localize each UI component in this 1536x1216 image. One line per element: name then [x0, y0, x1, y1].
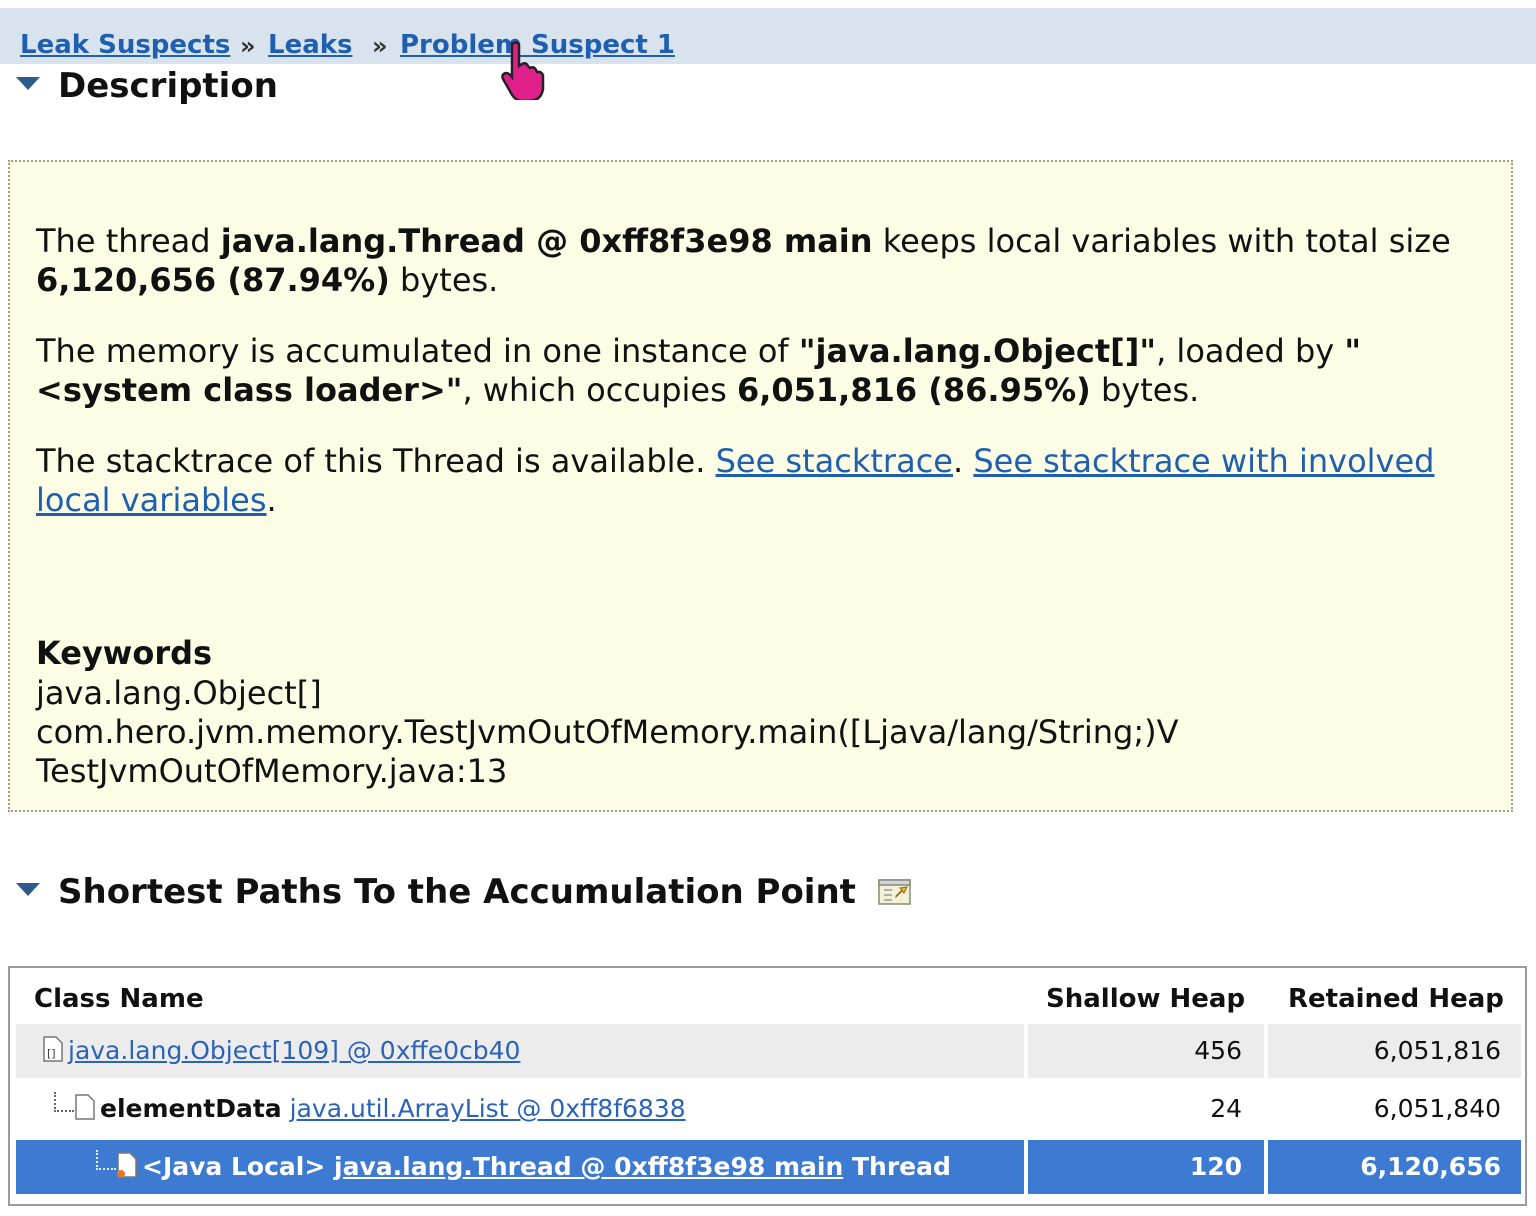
paths-title: Shortest Paths To the Accumulation Point	[58, 872, 856, 912]
table-row[interactable]: [] java.lang.Object[109] @ 0xffe0cb40 45…	[16, 1024, 1521, 1078]
collapse-triangle-icon[interactable]	[16, 77, 40, 90]
class-name-cell: [] java.lang.Object[109] @ 0xffe0cb40	[16, 1024, 1024, 1078]
description-paragraph-thread: The thread java.lang.Thread @ 0xff8f3e98…	[36, 222, 1476, 300]
object-link[interactable]: java.lang.Thread @ 0xff8f3e98 main	[334, 1152, 843, 1181]
column-header-shallow-heap[interactable]: Shallow Heap	[1046, 984, 1245, 1014]
table-row[interactable]: elementData java.util.ArrayList @ 0xff8f…	[16, 1082, 1521, 1136]
breadcrumb-leak-suspects[interactable]: Leak Suspects	[20, 30, 230, 60]
keywords-title: Keywords	[36, 634, 213, 672]
occupied-size: 6,051,816 (86.95%)	[736, 371, 1091, 409]
retained-heap-cell: 6,120,656	[1268, 1140, 1521, 1194]
breadcrumb-leaks[interactable]: Leaks	[268, 30, 353, 60]
object-link[interactable]: java.lang.Object[109] @ 0xffe0cb40	[68, 1036, 520, 1065]
shallow-heap-cell: 456	[1028, 1024, 1264, 1078]
retained-heap-cell: 6,051,840	[1373, 1094, 1501, 1123]
text: .	[952, 442, 974, 480]
object-icon	[75, 1094, 95, 1120]
class-name-cell: elementData java.util.ArrayList @ 0xff8f…	[16, 1082, 1024, 1136]
text: , which occupies	[462, 371, 737, 409]
description-heading[interactable]: Description	[16, 66, 278, 106]
collapse-triangle-icon[interactable]	[16, 883, 40, 896]
keyword-item: java.lang.Object[]	[36, 674, 322, 712]
class-name-cell: <Java Local> java.lang.Thread @ 0xff8f3e…	[16, 1140, 1024, 1194]
thread-name: java.lang.Thread @ 0xff8f3e98 main	[220, 222, 873, 260]
see-stacktrace-link[interactable]: See stacktrace	[716, 442, 953, 480]
paths-table: Class Name Shallow Heap Retained Heap []…	[8, 966, 1527, 1206]
breadcrumb: Leak Suspects » Leaks » Problem Suspect …	[0, 8, 1536, 64]
local-label: <Java Local>	[142, 1152, 326, 1181]
breadcrumb-separator: »	[240, 32, 256, 60]
column-header-class-name[interactable]: Class Name	[34, 984, 204, 1014]
description-title: Description	[58, 66, 278, 106]
paths-heading[interactable]: Shortest Paths To the Accumulation Point	[16, 872, 912, 912]
array-icon: []	[43, 1036, 63, 1062]
text: The stacktrace of this Thread is availab…	[36, 442, 716, 480]
hand-cursor-icon	[501, 41, 545, 100]
shallow-heap-cell: 24	[1210, 1094, 1242, 1123]
shallow-heap-cell: 120	[1028, 1140, 1264, 1194]
table-row-selected[interactable]: <Java Local> java.lang.Thread @ 0xff8f3e…	[16, 1140, 1521, 1194]
breadcrumb-separator: »	[372, 32, 388, 60]
class-name: "java.lang.Object[]"	[798, 332, 1157, 370]
text: .	[266, 481, 277, 519]
total-size: 6,120,656 (87.94%)	[36, 261, 390, 299]
column-header-retained-heap[interactable]: Retained Heap	[1288, 984, 1504, 1014]
text: bytes.	[389, 261, 499, 299]
text: The memory is accumulated in one instanc…	[36, 332, 799, 370]
svg-text:[]: []	[47, 1047, 56, 1060]
type-suffix: Thread	[851, 1152, 951, 1181]
text: , loaded by	[1156, 332, 1345, 370]
description-paragraph-stacktrace: The stacktrace of this Thread is availab…	[36, 442, 1476, 520]
text: bytes.	[1090, 371, 1200, 409]
object-icon	[117, 1152, 137, 1178]
text: The thread	[36, 222, 221, 260]
retained-heap-cell: 6,051,816	[1268, 1024, 1521, 1078]
keyword-item: com.hero.jvm.memory.TestJvmOutOfMemory.m…	[36, 713, 1179, 751]
keyword-item: TestJvmOutOfMemory.java:13	[36, 752, 508, 790]
description-paragraph-memory: The memory is accumulated in one instanc…	[36, 332, 1476, 410]
paths-view-icon[interactable]	[878, 877, 912, 907]
tree-connector	[54, 1092, 74, 1112]
object-link[interactable]: java.util.ArrayList @ 0xff8f6838	[290, 1094, 686, 1123]
text: keeps local variables with total size	[872, 222, 1451, 260]
tree-connector	[96, 1150, 116, 1170]
description-panel: The thread java.lang.Thread @ 0xff8f3e98…	[8, 160, 1513, 812]
field-name: elementData	[100, 1094, 282, 1123]
